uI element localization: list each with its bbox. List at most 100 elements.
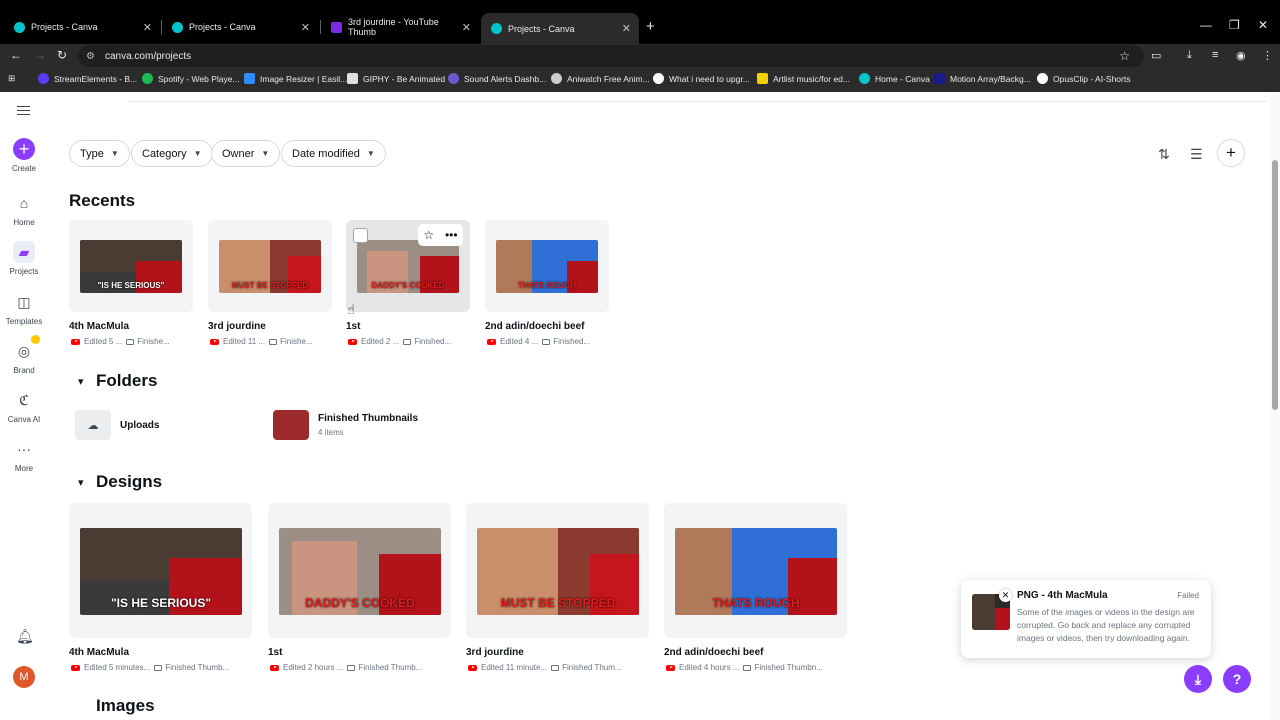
downloads-button[interactable]: ⤓ (1184, 665, 1212, 693)
folder-icon (269, 338, 278, 345)
section-title-images[interactable]: Images (96, 696, 155, 716)
reload-icon[interactable]: ↻ (57, 48, 67, 62)
apps-grid-icon[interactable]: ⊞ (8, 73, 15, 84)
bookmark-item[interactable]: StreamElements - B... (38, 73, 137, 84)
bookmark-item[interactable]: Artlist music/for ed... (757, 73, 850, 84)
folder-uploads[interactable]: ☁ Uploads (75, 410, 159, 440)
filter-type[interactable]: Type ▼ (69, 140, 130, 167)
bookmark-item[interactable]: Aniwatch Free Anim... (551, 73, 650, 84)
star-icon[interactable]: ☆ (423, 228, 434, 242)
collapse-chevron-icon[interactable]: ▾ (78, 476, 84, 489)
section-title-folders[interactable]: Folders (96, 371, 157, 391)
restore-icon[interactable]: ❐ (1229, 18, 1240, 32)
sound-alerts-icon (448, 73, 459, 84)
recent-card[interactable]: "IS HE SERIOUS" (69, 220, 193, 312)
canva-icon (859, 73, 870, 84)
recent-card[interactable]: MUST BE STOPPED (208, 220, 332, 312)
download-icon[interactable]: ⤓ (1187, 49, 1192, 62)
cast-icon[interactable]: ▭ (1151, 49, 1161, 62)
rail-canva-ai[interactable]: ℭ Canva AI (0, 389, 48, 425)
bookmark-item[interactable]: Home - Canva (859, 73, 930, 84)
close-icon[interactable]: ✕ (462, 21, 471, 34)
forward-icon[interactable]: → (34, 48, 46, 62)
edited-time: Edited 11 minute... (481, 663, 548, 672)
recent-title[interactable]: 3rd jourdine (208, 321, 266, 332)
folder-icon (154, 664, 163, 671)
thumb-art (972, 594, 995, 630)
design-card[interactable]: MUST BE STOPPED (466, 503, 649, 638)
recent-card[interactable]: THATS ROUGH (485, 220, 609, 312)
design-title[interactable]: 2nd adin/doechi beef (664, 647, 763, 658)
window-close-icon[interactable]: ✕ (1258, 18, 1268, 32)
close-icon[interactable]: ✕ (622, 22, 631, 35)
select-checkbox[interactable] (353, 228, 368, 243)
bookmark-item[interactable]: GIPHY - Be Animated (347, 73, 445, 84)
rail-projects[interactable]: ▰ Projects (0, 241, 48, 276)
filter-category[interactable]: Category ▼ (131, 140, 213, 167)
notifications-bell-icon[interactable]: 🔔︎ (16, 628, 34, 645)
menu-icon[interactable] (17, 106, 30, 115)
more-options-icon[interactable]: ••• (445, 228, 458, 242)
section-title-designs[interactable]: Designs (96, 472, 162, 492)
new-tab-button[interactable]: + (646, 18, 655, 35)
browser-menu-icon[interactable]: ⋮ (1262, 49, 1273, 62)
browser-tab[interactable]: Projects - Canva ✕ (4, 15, 160, 39)
recent-title[interactable]: 4th MacMula (69, 321, 129, 332)
download-failed-toast: ✕ PNG - 4th MacMula Failed Some of the i… (961, 580, 1211, 658)
page-scrollbar[interactable] (1270, 92, 1280, 720)
recent-title[interactable]: 1st (346, 321, 360, 332)
bookmark-item[interactable]: Motion Array/Backg... (934, 73, 1031, 84)
help-button[interactable]: ? (1223, 665, 1251, 693)
scrollbar-thumb[interactable] (1272, 160, 1278, 410)
profile-icon[interactable]: ◉ (1236, 49, 1246, 62)
recent-title[interactable]: 2nd adin/doechi beef (485, 321, 584, 332)
design-thumbnail: DADDY'S COOKED (279, 528, 441, 615)
bookmark-item[interactable]: Spotify - Web Playe... (142, 73, 240, 84)
collapse-chevron-icon[interactable]: ▾ (78, 375, 84, 388)
folder-finished-thumbnails[interactable]: Finished Thumbnails 4 items (273, 410, 418, 440)
design-title[interactable]: 3rd jourdine (466, 647, 524, 658)
avatar[interactable]: M (13, 666, 35, 688)
recent-meta: Edited 11 ... Finishe... (210, 337, 313, 346)
list-view-icon[interactable]: ☰ (1190, 146, 1203, 163)
thumb-caption: "IS HE SERIOUS" (110, 595, 212, 610)
rail-templates[interactable]: ◫ Templates (0, 291, 48, 327)
close-icon[interactable]: ✕ (301, 21, 310, 34)
url-field[interactable]: ⚙ canva.com/projects ☆ (78, 45, 1144, 67)
add-button[interactable]: + (1217, 139, 1245, 167)
design-title[interactable]: 1st (268, 647, 282, 658)
design-card[interactable]: "IS HE SERIOUS" (69, 503, 252, 638)
site-info-icon[interactable]: ⚙ (86, 51, 95, 62)
bookmark-star-icon[interactable]: ☆ (1119, 49, 1130, 63)
chevron-down-icon: ▼ (110, 149, 119, 158)
media-control-icon[interactable]: ≡ (1212, 49, 1218, 61)
design-card[interactable]: THATS ROUGH (664, 503, 847, 638)
toast-status: Failed (1177, 591, 1199, 600)
bookmark-item[interactable]: What i need to upgr... (653, 73, 750, 84)
back-icon[interactable]: ← (10, 48, 22, 62)
filter-date-modified[interactable]: Date modified ▼ (281, 140, 386, 167)
rail-more[interactable]: ··· More (0, 438, 48, 473)
bookmark-item[interactable]: OpusClip - AI-Shorts (1037, 73, 1130, 84)
filter-owner[interactable]: Owner ▼ (211, 140, 281, 167)
close-icon[interactable]: ✕ (999, 589, 1012, 602)
browser-tabstrip: Projects - Canva ✕ Projects - Canva ✕ 3r… (0, 0, 1280, 44)
browser-tab-active[interactable]: Projects - Canva ✕ (481, 13, 639, 44)
spotify-icon (142, 73, 153, 84)
thumb-caption: DADDY'S COOKED (371, 280, 445, 290)
close-icon[interactable]: ✕ (143, 21, 152, 34)
bookmark-item[interactable]: Image Resizer | Easil... (244, 73, 347, 84)
bookmark-item[interactable]: Sound Alerts Dashb... (448, 73, 546, 84)
rail-brand[interactable]: ◎ Brand (0, 340, 48, 376)
rail-create[interactable]: + Create (0, 138, 48, 173)
browser-tab[interactable]: 3rd jourdine - YouTube Thumb ✕ (321, 15, 479, 39)
sort-icon[interactable]: ⇅ (1158, 146, 1170, 163)
rail-home[interactable]: ⌂ Home (0, 192, 48, 227)
toast-message: Some of the images or videos in the desi… (1017, 607, 1195, 643)
design-title[interactable]: 4th MacMula (69, 647, 129, 658)
artlist-icon (757, 73, 768, 84)
browser-tab[interactable]: Projects - Canva ✕ (162, 15, 318, 39)
filter-label: Owner (222, 147, 255, 160)
design-card[interactable]: DADDY'S COOKED (268, 503, 451, 638)
minimize-icon[interactable]: — (1200, 18, 1212, 32)
